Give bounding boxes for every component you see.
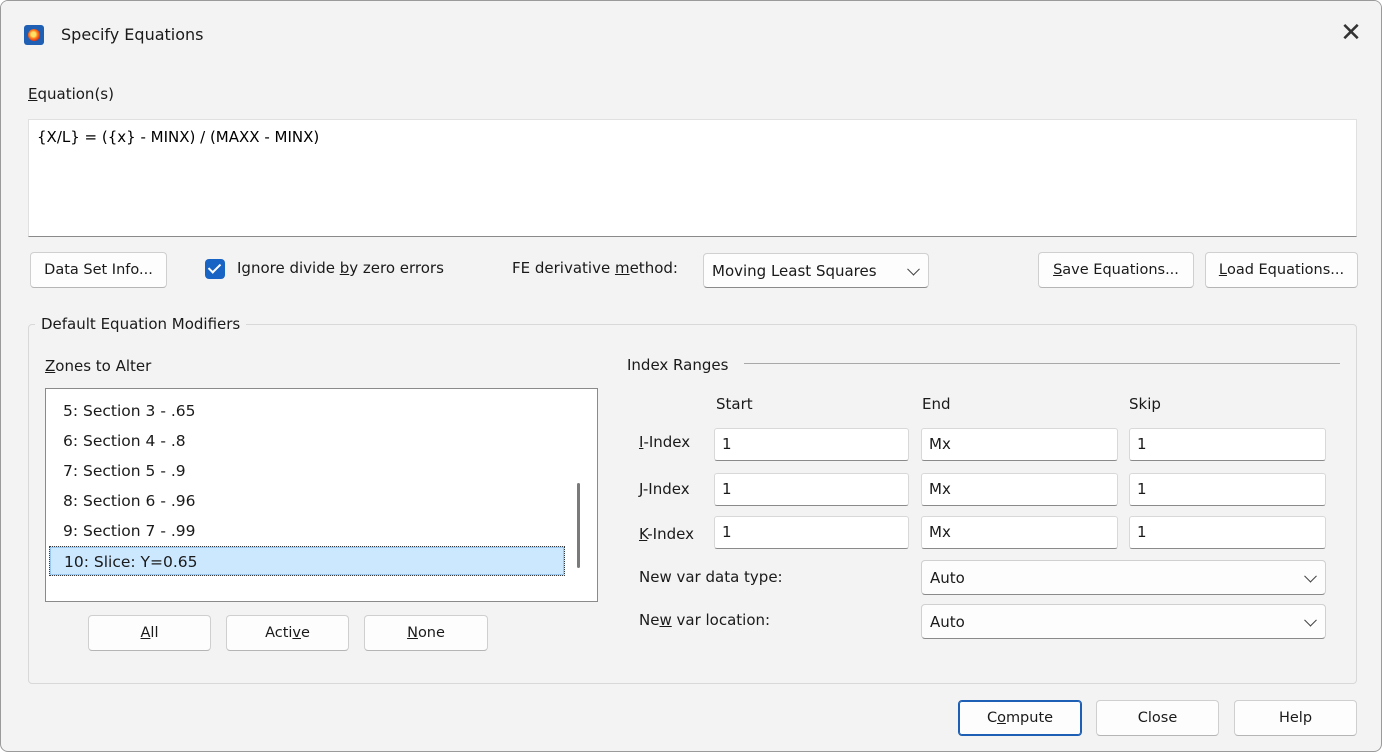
compute-button[interactable]: Co mpute [958, 700, 1082, 736]
i-index-skip-input[interactable]: 1 [1129, 428, 1326, 461]
chevron-down-icon [1304, 569, 1317, 583]
list-item-selected[interactable]: 10: Slice: Y=0.65 [49, 546, 565, 576]
end-column-header: End [922, 395, 951, 413]
equations-input[interactable]: {X/L} = ({x} - MINX) / (MAXX - MINX) [28, 119, 1357, 237]
zones-listbox[interactable]: 5: Section 3 - .65 6: Section 4 - .8 7: … [45, 388, 598, 602]
fe-derivative-method-label: FE derivative method: [512, 259, 678, 277]
chevron-down-icon [1304, 613, 1317, 627]
no-zones-button[interactable]: None [364, 615, 488, 651]
listbox-scrollbar-thumb[interactable] [577, 483, 580, 568]
load-equations-button[interactable]: Load Equations... [1205, 252, 1358, 288]
j-index-end-input[interactable]: Mx [921, 473, 1118, 506]
save-equations-button[interactable]: Save Equations... [1038, 252, 1194, 288]
k-index-start-input[interactable]: 1 [714, 516, 909, 549]
new-var-data-type-value: Auto [930, 568, 965, 587]
ignore-divide-by-zero-label: Ignore divide by zero errors [237, 259, 444, 277]
active-zones-button[interactable]: Acti v e [226, 615, 349, 651]
new-var-data-type-select[interactable]: Auto [921, 560, 1326, 595]
new-var-data-type-label: New var data type: [639, 568, 783, 586]
new-var-location-value: Auto [930, 612, 965, 631]
fe-derivative-method-value: Moving Least Squares [712, 261, 877, 280]
equations-label: Equation(s) [28, 85, 114, 103]
index-ranges-divider [744, 363, 1340, 364]
chevron-down-icon [907, 262, 920, 276]
close-icon[interactable]: ✕ [1331, 13, 1371, 53]
j-index-skip-input[interactable]: 1 [1129, 473, 1326, 506]
help-button[interactable]: Help [1234, 700, 1357, 736]
default-equation-modifiers-title: Default Equation Modifiers [35, 315, 247, 333]
k-index-label: K-Index [639, 525, 694, 543]
skip-column-header: Skip [1129, 395, 1161, 413]
start-column-header: Start [716, 395, 753, 413]
j-index-start-input[interactable]: 1 [714, 473, 909, 506]
app-icon [24, 25, 44, 45]
j-index-label: J-Index [639, 480, 690, 498]
ignore-divide-by-zero-checkbox[interactable] [205, 259, 225, 279]
index-ranges-title: Index Ranges [627, 356, 729, 374]
list-item[interactable]: 9: Section 7 - .99 [49, 516, 565, 546]
all-zones-button[interactable]: All [88, 615, 211, 651]
list-item[interactable]: 5: Section 3 - .65 [49, 396, 565, 426]
i-index-end-input[interactable]: Mx [921, 428, 1118, 461]
new-var-location-select[interactable]: Auto [921, 604, 1326, 639]
list-item[interactable]: 8: Section 6 - .96 [49, 486, 565, 516]
title-bar: Specify Equations ✕ [1, 1, 1381, 67]
list-item[interactable]: 7: Section 5 - .9 [49, 456, 565, 486]
k-index-end-input[interactable]: Mx [921, 516, 1118, 549]
data-set-info-button[interactable]: Data Set Info... [30, 252, 167, 288]
window-title: Specify Equations [61, 25, 204, 44]
fe-derivative-method-select[interactable]: Moving Least Squares [703, 253, 929, 288]
k-index-skip-input[interactable]: 1 [1129, 516, 1326, 549]
close-button[interactable]: Close [1096, 700, 1219, 736]
list-item[interactable]: 6: Section 4 - .8 [49, 426, 565, 456]
i-index-label: I-Index [639, 433, 691, 451]
zones-to-alter-label: Zones to Alter [45, 357, 152, 375]
specify-equations-dialog: Specify Equations ✕ Equation(s) {X/L} = … [0, 0, 1382, 752]
i-index-start-input[interactable]: 1 [714, 428, 909, 461]
new-var-location-label: New var location: [639, 611, 771, 629]
